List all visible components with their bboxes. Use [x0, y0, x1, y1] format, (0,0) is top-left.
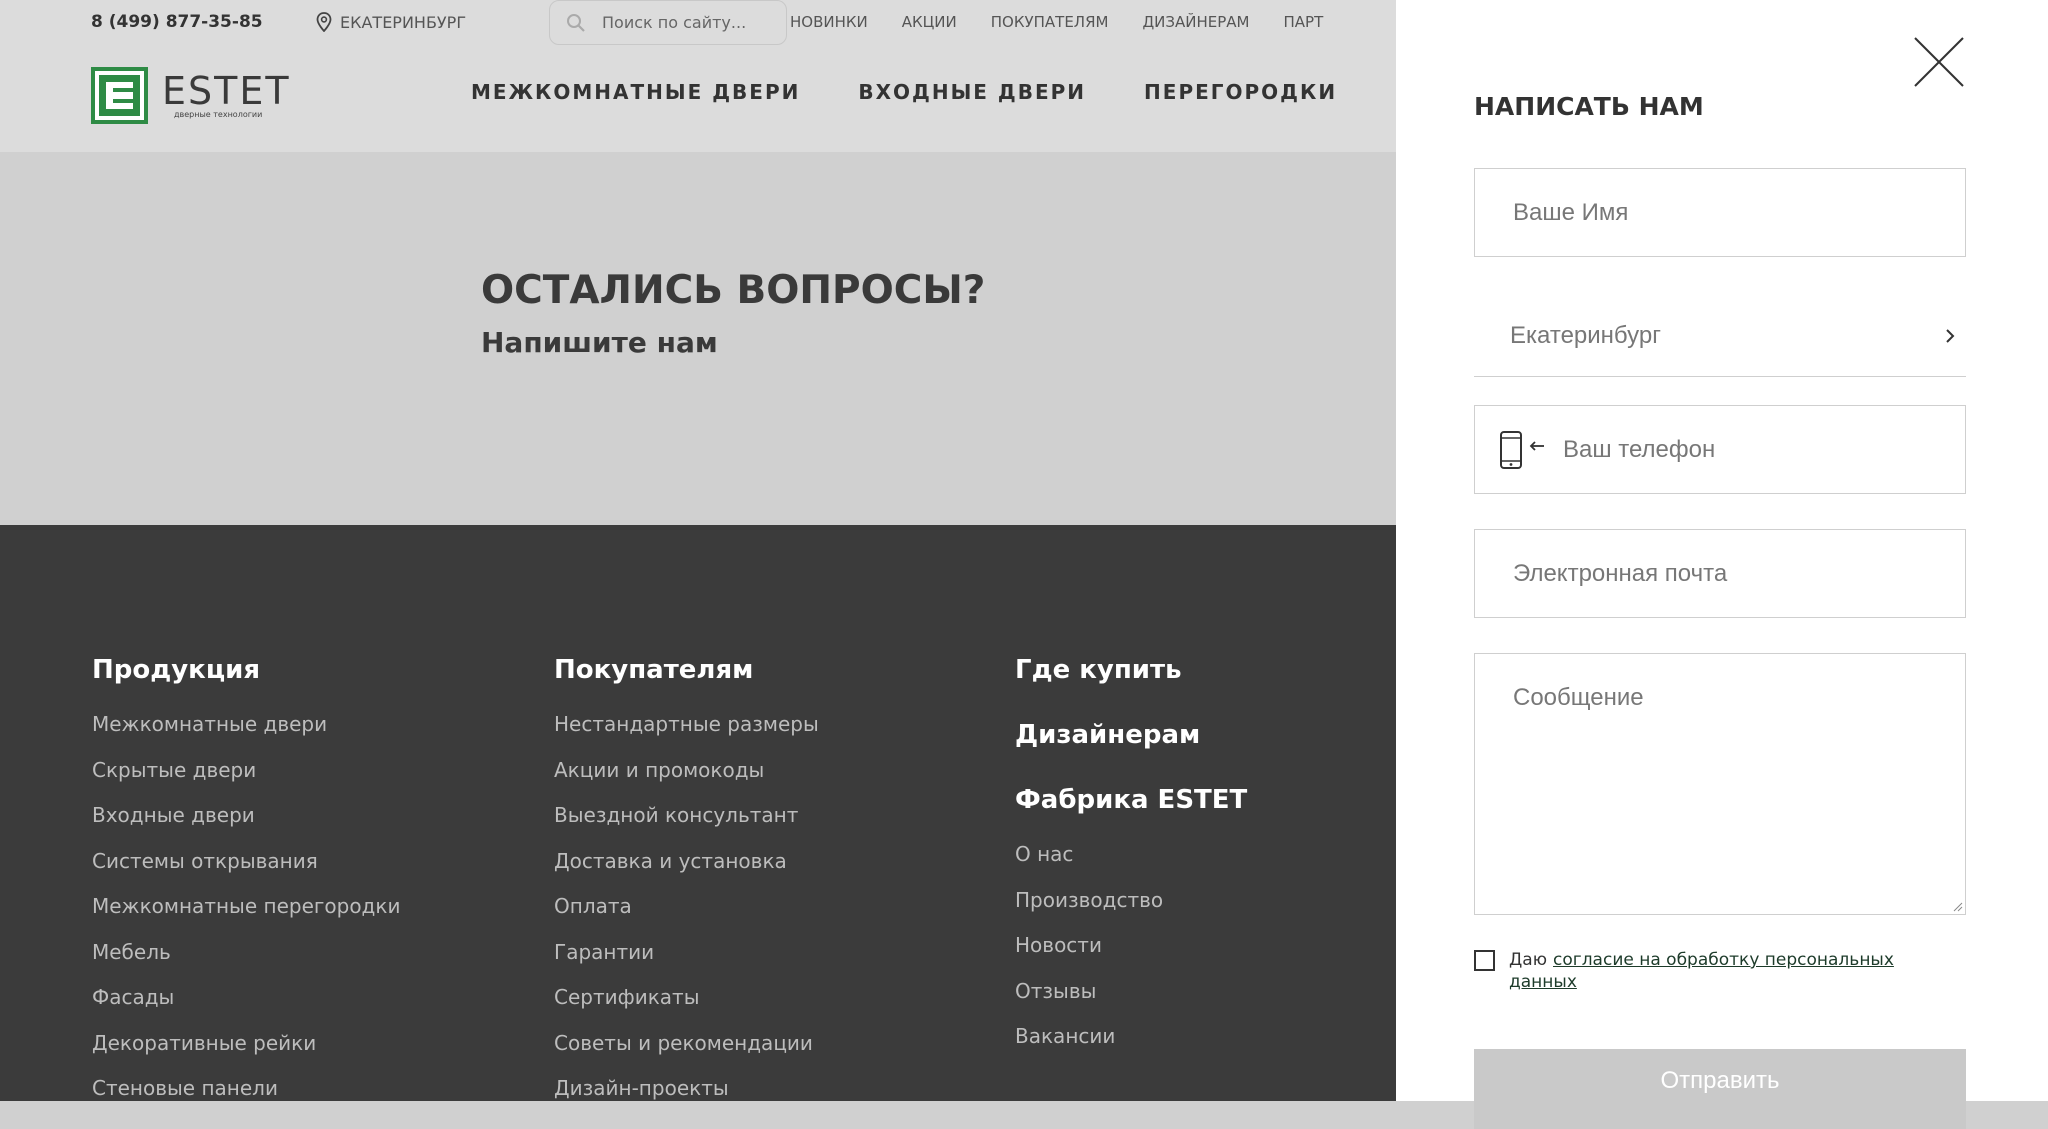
logo-name: ESTET: [162, 69, 291, 113]
location-pin-icon: [316, 12, 332, 32]
footer-link[interactable]: Входные двери: [92, 800, 400, 846]
footer-link[interactable]: Нестандартные размеры: [554, 709, 819, 755]
chevron-right-icon: [1946, 328, 1955, 343]
footer-link[interactable]: Советы и рекомендации: [554, 1028, 819, 1074]
footer-products-column: Продукция Межкомнатные двери Скрытые две…: [92, 655, 400, 1101]
city-label: ЕКАТЕРИНБУРГ: [340, 12, 467, 32]
footer-heading-factory[interactable]: Фабрика ESTET: [1015, 785, 1247, 815]
main-nav-partitions[interactable]: ПЕРЕГОРОДКИ: [1144, 80, 1337, 104]
hero-subtitle: Напишите нам: [481, 326, 718, 359]
top-nav-buyers[interactable]: ПОКУПАТЕЛЯМ: [991, 13, 1109, 31]
city-select-value: Екатеринбург: [1510, 321, 1661, 349]
city-select[interactable]: Екатеринбург: [1474, 295, 1966, 377]
estet-logo[interactable]: ESTET дверные технологии: [91, 67, 291, 124]
logo-text: ESTET дверные технологии: [162, 72, 291, 119]
mobile-phone-icon: [1500, 430, 1544, 469]
top-nav-sales[interactable]: АКЦИИ: [902, 13, 957, 31]
message-field-wrapper: [1474, 653, 1966, 915]
resize-handle-icon[interactable]: [1951, 900, 1963, 912]
footer-link[interactable]: Декоративные рейки: [92, 1028, 400, 1074]
logo-mark-icon: [91, 67, 148, 124]
footer-link[interactable]: Отзывы: [1015, 976, 1247, 1022]
footer-link[interactable]: Межкомнатные перегородки: [92, 891, 400, 937]
search-input[interactable]: [600, 12, 764, 33]
footer-link[interactable]: Оплата: [554, 891, 819, 937]
email-field-wrapper: [1474, 529, 1966, 618]
hero-title: ОСТАЛИСЬ ВОПРОСЫ?: [481, 268, 986, 313]
consent-prefix: Даю: [1509, 950, 1548, 970]
footer-link[interactable]: Доставка и установка: [554, 846, 819, 892]
site-footer: Продукция Межкомнатные двери Скрытые две…: [0, 525, 1396, 1101]
message-textarea[interactable]: [1511, 682, 1929, 882]
search-icon: [567, 13, 585, 32]
footer-heading-designers[interactable]: Дизайнерам: [1015, 720, 1247, 750]
footer-link[interactable]: Системы открывания: [92, 846, 400, 892]
footer-link[interactable]: Скрытые двери: [92, 755, 400, 801]
header-phone[interactable]: 8 (499) 877-35-85: [91, 12, 263, 32]
main-nav-entrance-doors[interactable]: ВХОДНЫЕ ДВЕРИ: [858, 80, 1086, 104]
email-input[interactable]: [1511, 558, 1965, 589]
close-button[interactable]: [1913, 36, 1965, 88]
name-input[interactable]: [1511, 197, 1965, 228]
submit-button[interactable]: Отправить: [1474, 1049, 1966, 1129]
page-background: 8 (499) 877-35-85 ЕКАТЕРИНБУРГ НОВИНКИ А…: [0, 0, 1396, 1101]
footer-buyers-column: Покупателям Нестандартные размеры Акции …: [554, 655, 819, 1101]
main-nav: МЕЖКОМНАТНЫЕ ДВЕРИ ВХОДНЫЕ ДВЕРИ ПЕРЕГОР…: [471, 80, 1396, 104]
footer-link[interactable]: Сертификаты: [554, 982, 819, 1028]
footer-link[interactable]: Стеновые панели: [92, 1073, 400, 1101]
top-nav-partners[interactable]: ПАРТ: [1284, 13, 1324, 31]
footer-link[interactable]: Выездной консультант: [554, 800, 819, 846]
footer-link[interactable]: Межкомнатные двери: [92, 709, 400, 755]
footer-heading-where-to-buy[interactable]: Где купить: [1015, 655, 1247, 685]
consent-link[interactable]: согласие на обработку персональных данны…: [1509, 950, 1894, 992]
footer-link[interactable]: Акции и промокоды: [554, 755, 819, 801]
close-icon: [1914, 37, 1964, 87]
name-field-wrapper: [1474, 168, 1966, 257]
panel-title: НАПИСАТЬ НАМ: [1474, 92, 1704, 121]
consent-checkbox[interactable]: [1474, 950, 1495, 971]
top-nav-new[interactable]: НОВИНКИ: [790, 13, 868, 31]
footer-link[interactable]: Мебель: [92, 937, 400, 983]
footer-link[interactable]: Гарантии: [554, 937, 819, 983]
footer-link[interactable]: Фасады: [92, 982, 400, 1028]
top-nav: НОВИНКИ АКЦИИ ПОКУПАТЕЛЯМ ДИЗАЙНЕРАМ ПАР…: [790, 13, 1323, 31]
consent-row: Даю согласие на обработку персональных да…: [1474, 949, 1954, 993]
footer-heading-products[interactable]: Продукция: [92, 655, 400, 685]
footer-heading-buyers[interactable]: Покупателям: [554, 655, 819, 685]
footer-link[interactable]: О нас: [1015, 839, 1247, 885]
footer-link[interactable]: Вакансии: [1015, 1021, 1247, 1067]
consent-text: Даю согласие на обработку персональных да…: [1509, 949, 1954, 993]
city-selector[interactable]: ЕКАТЕРИНБУРГ: [316, 12, 466, 32]
site-header: 8 (499) 877-35-85 ЕКАТЕРИНБУРГ НОВИНКИ А…: [0, 0, 1396, 152]
phone-field-wrapper: [1474, 405, 1966, 494]
top-nav-designers[interactable]: ДИЗАЙНЕРАМ: [1142, 13, 1249, 31]
footer-link[interactable]: Производство: [1015, 885, 1247, 931]
footer-link[interactable]: Дизайн-проекты: [554, 1073, 819, 1101]
contact-form-panel: НАПИСАТЬ НАМ Екатеринбург Да: [1396, 0, 2048, 1129]
phone-input[interactable]: [1561, 434, 1901, 465]
footer-link[interactable]: Новости: [1015, 930, 1247, 976]
search-box[interactable]: [549, 0, 787, 45]
logo-subtitle: дверные технологии: [174, 110, 263, 119]
main-nav-interior-doors[interactable]: МЕЖКОМНАТНЫЕ ДВЕРИ: [471, 80, 800, 104]
footer-company-column: Где купить Дизайнерам Фабрика ESTET О на…: [1015, 655, 1247, 1067]
